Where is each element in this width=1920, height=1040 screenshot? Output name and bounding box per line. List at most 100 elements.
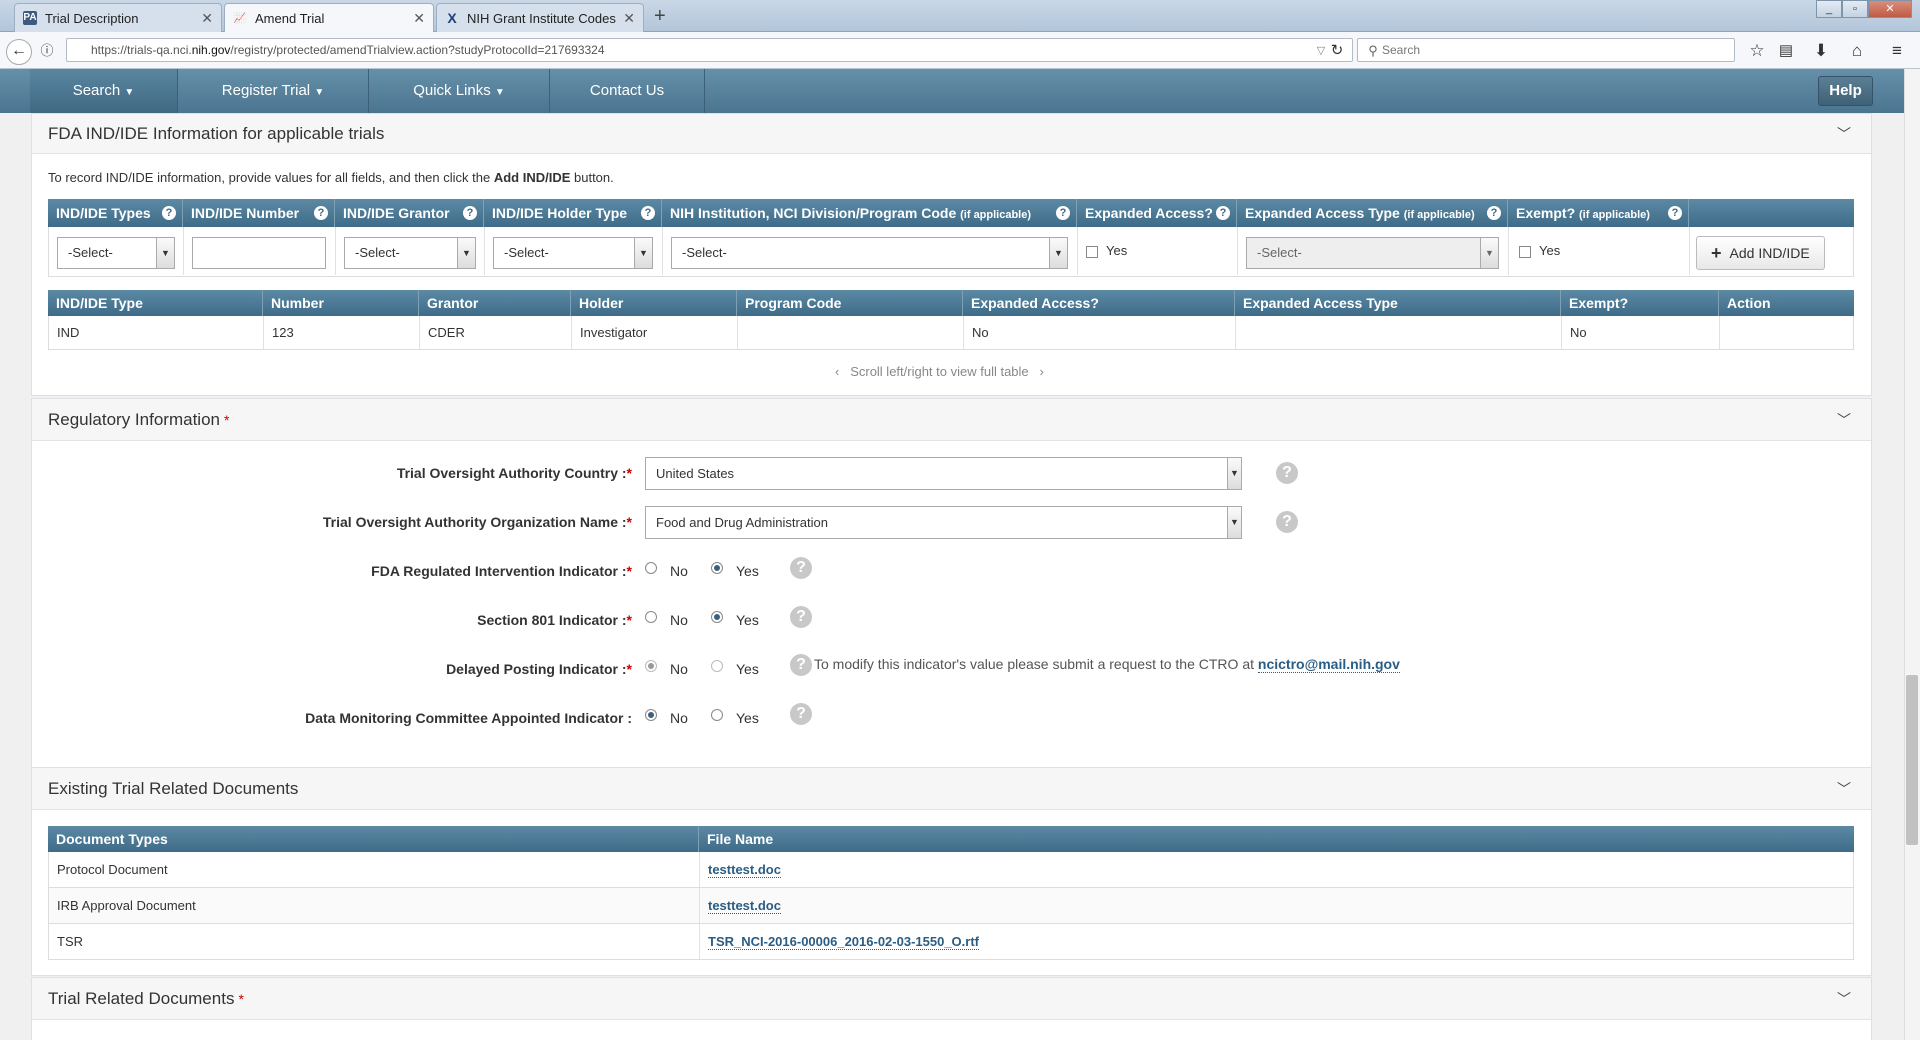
question-icon[interactable]: ? [463, 206, 477, 220]
window-controls: _ ▫ ✕ [1816, 0, 1912, 18]
menu-icon[interactable]: ≡ [1886, 40, 1908, 62]
ind-number-input[interactable] [192, 237, 326, 269]
chevron-down-icon[interactable]: ﹀ [1837, 399, 1851, 441]
back-arrow-icon[interactable]: ← [6, 39, 32, 65]
chevron-left-icon[interactable]: ‹ [835, 364, 839, 379]
tab-label: Amend Trial [255, 11, 325, 26]
question-icon[interactable]: ? [1487, 206, 1501, 220]
site-identity-icon[interactable]: ⓘ [36, 40, 58, 62]
page-scrollbar[interactable] [1904, 69, 1920, 1040]
close-tab-icon[interactable]: ✕ [201, 10, 213, 27]
label-text: Trial Oversight Authority Country : [396, 465, 627, 481]
cell-program-code [738, 316, 964, 349]
reading-list-icon[interactable]: ▤ [1775, 40, 1797, 62]
exempt-checkbox[interactable] [1519, 245, 1531, 258]
close-window-icon[interactable]: ✕ [1868, 0, 1912, 18]
dmc-yes-radio[interactable] [711, 709, 723, 721]
plus-icon: + [1711, 243, 1722, 263]
doc-file-link[interactable]: testtest.doc [708, 862, 781, 878]
help-icon[interactable]: ? [790, 557, 812, 579]
ctro-email-link[interactable]: ncictro@mail.nih.gov [1257, 656, 1400, 673]
help-icon[interactable]: ? [1276, 511, 1298, 533]
nav-quick-links[interactable]: Quick Links ▼ [369, 69, 550, 113]
scrollbar-thumb[interactable] [1906, 675, 1918, 845]
nih-program-code-select[interactable]: -Select- ▼ [671, 237, 1068, 269]
ind-grantor-select[interactable]: -Select- ▼ [344, 237, 476, 269]
header-ind-number: IND/IDE Number? [183, 199, 335, 227]
expanded-access-checkbox[interactable] [1086, 245, 1098, 258]
maximize-icon[interactable]: ▫ [1842, 0, 1868, 18]
regulatory-panel-header[interactable]: Regulatory Information * ﹀ [32, 399, 1871, 441]
new-tab-button[interactable]: + [654, 5, 666, 28]
close-tab-icon[interactable]: ✕ [623, 10, 635, 27]
minimize-icon[interactable]: _ [1816, 0, 1842, 18]
tab-amend-trial[interactable]: 📈 Amend Trial ✕ [224, 3, 434, 33]
expanded-access-cell: Yes [1078, 227, 1238, 275]
header-expanded-access: Expanded Access?? [1077, 199, 1237, 227]
download-icon[interactable]: ⬇ [1810, 40, 1832, 62]
doc-file-link[interactable]: testtest.doc [708, 898, 781, 914]
label-text: Section 801 Indicator : [477, 612, 627, 628]
chevron-down-icon[interactable]: ﹀ [1837, 114, 1851, 154]
question-icon[interactable]: ? [162, 206, 176, 220]
delayed-no-radio[interactable] [645, 660, 657, 672]
fda-no-radio[interactable] [645, 562, 657, 574]
question-icon[interactable]: ? [641, 206, 655, 220]
sec801-yes-radio[interactable] [711, 611, 723, 623]
documents-table-header: Document Types File Name [48, 826, 1854, 852]
delayed-yes-radio[interactable] [711, 660, 723, 672]
th-holder: Holder [571, 290, 737, 316]
scroll-hint: ‹ Scroll left/right to view full table › [835, 364, 1044, 379]
nav-contact-us[interactable]: Contact Us [550, 69, 705, 113]
ind-form-row: -Select- ▼ -Select- ▼ -Select- ▼ -Select- ▼ … [48, 227, 1854, 277]
chevron-down-icon[interactable]: ﹀ [1837, 978, 1851, 1020]
reload-icon[interactable]: ↻ [1326, 40, 1348, 62]
close-tab-icon[interactable]: ✕ [413, 10, 425, 27]
browser-search-input[interactable]: Search [1357, 38, 1735, 62]
bookmark-star-icon[interactable]: ☆ [1746, 40, 1768, 62]
ind-type-select[interactable]: -Select- ▼ [57, 237, 175, 269]
tab-nih-grant-codes[interactable]: X NIH Grant Institute Codes ... ✕ [436, 3, 644, 32]
existing-documents-header[interactable]: Existing Trial Related Documents ﹀ [32, 768, 1871, 810]
help-icon[interactable]: ? [790, 654, 812, 676]
instruction-bold: Add IND/IDE [493, 170, 571, 185]
help-icon[interactable]: ? [790, 703, 812, 725]
header-small: (if applicable) [960, 209, 1032, 221]
ind-ide-panel-header[interactable]: FDA IND/IDE Information for applicable t… [32, 114, 1871, 154]
tab-trial-description[interactable]: PA Trial Description ✕ [14, 3, 222, 32]
table-row: Protocol Document testtest.doc [48, 852, 1854, 888]
help-icon[interactable]: ? [790, 606, 812, 628]
question-icon[interactable]: ? [1216, 206, 1230, 220]
trial-documents-header[interactable]: Trial Related Documents * ﹀ [32, 978, 1871, 1020]
panel-title: Trial Related Documents [48, 989, 235, 1008]
chevron-down-icon[interactable]: ﹀ [1837, 768, 1851, 810]
doc-file-link[interactable]: TSR_NCI-2016-00006_2016-02-03-1550_O.rtf [708, 934, 979, 950]
nav-label: Search [72, 82, 121, 99]
country-select[interactable]: United States ▼ [645, 457, 1242, 490]
holder-type-select[interactable]: -Select- ▼ [493, 237, 653, 269]
expanded-type-select[interactable]: -Select- ▼ [1246, 237, 1499, 269]
caret-down-icon: ▼ [314, 87, 325, 98]
help-button[interactable]: Help [1818, 76, 1873, 106]
nav-register-trial[interactable]: Register Trial ▼ [178, 69, 369, 113]
pa-favicon-icon: PA [23, 11, 37, 25]
nav-search[interactable]: Search ▼ [30, 69, 178, 113]
org-select[interactable]: Food and Drug Administration ▼ [645, 506, 1242, 539]
question-icon[interactable]: ? [1668, 206, 1682, 220]
dmc-no-radio[interactable] [645, 709, 657, 721]
question-icon[interactable]: ? [314, 206, 328, 220]
home-icon[interactable]: ⌂ [1846, 40, 1868, 62]
app-nav-bar: Search ▼ Register Trial ▼ Quick Links ▼ … [0, 69, 1904, 113]
url-bar[interactable]: https://trials-qa.nci.nih.gov/registry/p… [66, 38, 1353, 62]
cell: -Select- ▼ [1238, 227, 1509, 275]
header-label: Exempt? [1516, 205, 1576, 221]
chevron-right-icon[interactable]: › [1040, 364, 1044, 379]
sec801-no-radio[interactable] [645, 611, 657, 623]
help-icon[interactable]: ? [1276, 462, 1298, 484]
question-icon[interactable]: ? [1056, 206, 1070, 220]
fda-yes-radio[interactable] [711, 562, 723, 574]
select-value: -Select- [68, 245, 113, 260]
add-ind-ide-button[interactable]: + Add IND/IDE [1696, 236, 1825, 270]
doc-file-cell: testtest.doc [700, 888, 1853, 923]
radio-label: No [670, 710, 688, 726]
